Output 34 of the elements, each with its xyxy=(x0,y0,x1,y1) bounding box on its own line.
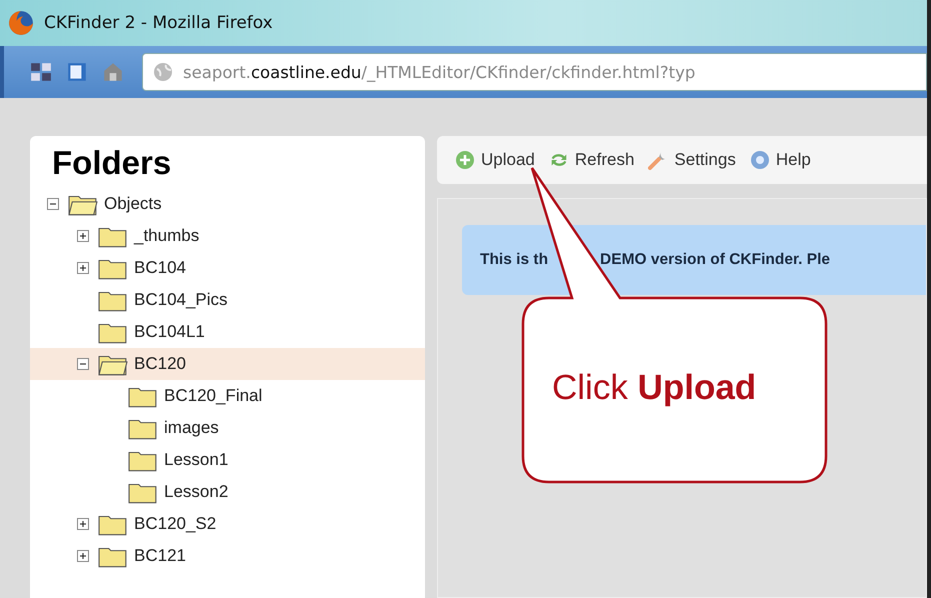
folder-row[interactable]: BC120_S2 xyxy=(30,508,425,540)
folder-row[interactable]: Lesson1 xyxy=(30,444,425,476)
globe-icon xyxy=(153,62,173,82)
browser-logo-icon xyxy=(8,10,34,36)
window-title: CKFinder 2 - Mozilla Firefox xyxy=(44,13,273,33)
folder-row[interactable]: BC120 xyxy=(30,348,425,380)
folder-row[interactable]: BC104L1 xyxy=(30,316,425,348)
folder-row[interactable]: _thumbs xyxy=(30,220,425,252)
help-icon xyxy=(750,150,770,170)
callout-text: Click Upload xyxy=(552,368,756,408)
panel-title: Folders xyxy=(51,144,172,182)
folder-row[interactable]: BC120_Final xyxy=(30,380,425,412)
upload-button[interactable]: Upload xyxy=(453,148,537,172)
banner-text: DEMO version of CKFinder. Ple xyxy=(600,251,830,269)
window-icon[interactable] xyxy=(66,61,88,83)
folder-row[interactable]: BC121 xyxy=(30,540,425,572)
collapse-icon[interactable] xyxy=(77,358,89,370)
banner-text: This is th xyxy=(480,251,548,269)
folder-row[interactable]: BC104_Pics xyxy=(30,284,425,316)
folder-row[interactable]: images xyxy=(30,412,425,444)
expand-icon[interactable] xyxy=(77,550,89,562)
expand-icon[interactable] xyxy=(77,518,89,530)
help-button[interactable]: Help xyxy=(748,148,813,172)
collapse-icon[interactable] xyxy=(47,198,59,210)
folder-row[interactable]: BC104 xyxy=(30,252,425,284)
expand-icon[interactable] xyxy=(77,262,89,274)
settings-button[interactable]: Settings xyxy=(646,148,738,172)
address-field[interactable]: seaport.coastline.edu/_HTMLEditor/CKfinder/ckfinder.html?typ xyxy=(142,53,927,91)
expand-icon[interactable] xyxy=(77,230,89,242)
folder-row[interactable]: Lesson2 xyxy=(30,476,425,508)
refresh-button[interactable]: Refresh xyxy=(546,148,636,172)
folder-row[interactable]: Objects xyxy=(30,188,425,220)
plus-circle-icon xyxy=(455,150,475,170)
windows-icon[interactable] xyxy=(30,61,52,83)
